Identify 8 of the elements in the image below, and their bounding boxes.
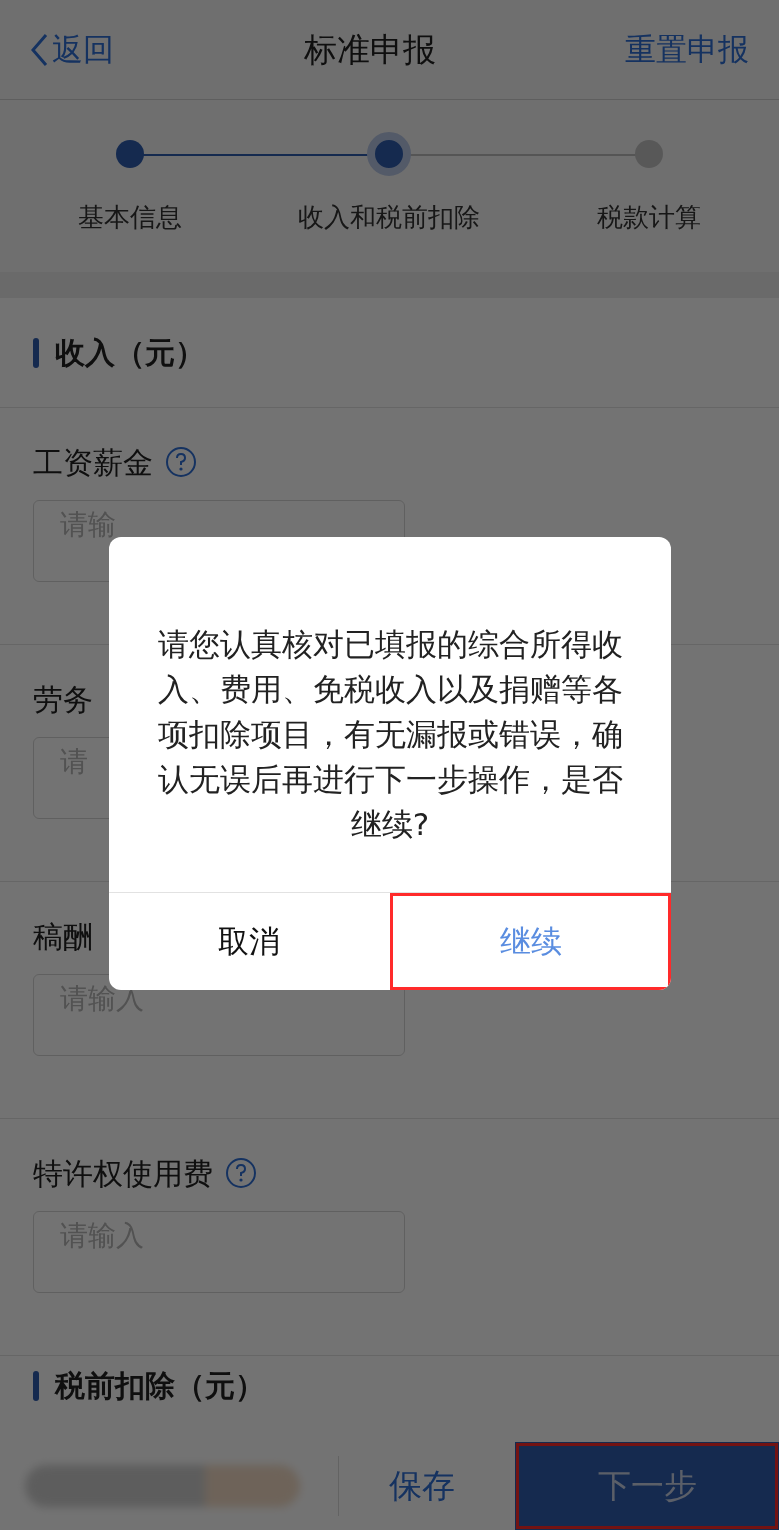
dialog-message: 请您认真核对已填报的综合所得收入、费用、免税收入以及捐赠等各项扣除项目，有无漏报或错误，确认无误后再进行下一步操作，是否继续?	[156, 625, 624, 844]
field-label: 工资薪金	[33, 443, 153, 482]
field-label: 特许权使用费	[33, 1154, 213, 1193]
section-title: 收入（元）	[55, 334, 205, 372]
field-label: 稿酬	[33, 917, 93, 956]
section-title: 税前扣除（元）	[55, 1368, 265, 1404]
field-label: 劳务	[33, 680, 93, 719]
page-title: 标准申报	[303, 28, 436, 71]
